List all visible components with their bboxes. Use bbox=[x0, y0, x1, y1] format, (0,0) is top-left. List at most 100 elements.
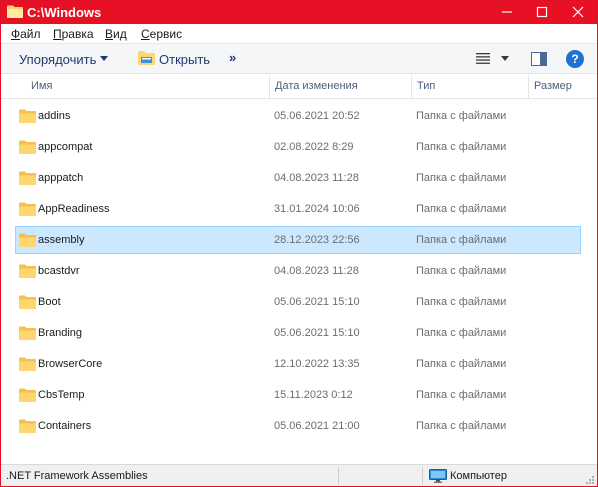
command-bar: Упорядочить Открыть » ? bbox=[1, 43, 597, 74]
file-row[interactable]: Branding 05.06.2021 15:10 Папка с файлами bbox=[15, 319, 581, 347]
file-type: Папка с файлами bbox=[416, 265, 507, 277]
column-size[interactable]: Размер bbox=[534, 80, 572, 93]
file-date-modified: 04.08.2023 11:28 bbox=[274, 172, 359, 184]
explorer-window: C:\Windows Файл Правка Вид Сервис Упоряд… bbox=[0, 0, 598, 487]
column-type[interactable]: Тип bbox=[417, 80, 435, 93]
menu-bar: Файл Правка Вид Сервис bbox=[1, 24, 597, 43]
file-type: Папка с файлами bbox=[416, 296, 507, 308]
column-date-modified[interactable]: Дата изменения bbox=[275, 80, 358, 93]
file-list[interactable]: addins 05.06.2021 20:52 Папка с файлами app… bbox=[1, 100, 597, 463]
file-date-modified: 05.06.2021 20:52 bbox=[274, 110, 360, 122]
column-divider[interactable] bbox=[269, 75, 270, 99]
file-date-modified: 04.08.2023 11:28 bbox=[274, 265, 359, 277]
file-name: Containers bbox=[38, 420, 92, 432]
folder-icon bbox=[19, 202, 36, 216]
folder-icon bbox=[19, 140, 36, 154]
file-row[interactable]: appcompat 02.08.2022 8:29 Папка с файлами bbox=[15, 133, 581, 161]
file-date-modified: 02.08.2022 8:29 bbox=[274, 141, 354, 153]
folder-icon bbox=[19, 264, 36, 278]
file-name: Branding bbox=[38, 327, 83, 339]
menu-file-accel: Ф bbox=[11, 27, 21, 41]
menu-view-rest: ид bbox=[113, 27, 127, 41]
file-row[interactable]: BrowserCore 12.10.2022 13:35 Папка с файла… bbox=[15, 350, 581, 378]
file-name: assembly bbox=[38, 234, 85, 246]
minimize-button[interactable] bbox=[490, 1, 524, 24]
resize-grip-icon[interactable] bbox=[585, 475, 595, 485]
preview-pane-icon[interactable] bbox=[531, 52, 547, 66]
computer-icon bbox=[429, 469, 447, 483]
minimize-icon bbox=[502, 11, 512, 13]
file-type: Папка с файлами bbox=[416, 389, 507, 401]
chevron-down-icon[interactable] bbox=[100, 56, 108, 61]
menu-edit-rest: равка bbox=[61, 27, 94, 41]
file-name: AppReadiness bbox=[38, 203, 110, 215]
file-name: apppatch bbox=[38, 172, 84, 184]
menu-view[interactable]: Вид bbox=[105, 27, 127, 41]
folder-icon bbox=[19, 233, 36, 247]
menu-tools-rest: ервис bbox=[149, 27, 183, 41]
file-date-modified: 28.12.2023 22:56 bbox=[274, 234, 360, 246]
file-row[interactable]: apppatch 04.08.2023 11:28 Папка с файлами bbox=[15, 164, 581, 192]
file-date-modified: 15.11.2023 0:12 bbox=[274, 389, 353, 401]
menu-tools-accel: С bbox=[141, 27, 150, 41]
menu-edit[interactable]: Правка bbox=[53, 27, 94, 41]
help-icon[interactable]: ? bbox=[566, 50, 584, 68]
folder-icon bbox=[19, 109, 36, 123]
file-row[interactable]: AppReadiness 31.01.2024 10:06 Папка с файл… bbox=[15, 195, 581, 223]
folder-icon bbox=[7, 5, 23, 18]
status-divider bbox=[338, 467, 339, 485]
file-name: CbsTemp bbox=[38, 389, 85, 401]
menu-file-rest: айл bbox=[20, 27, 41, 41]
file-type: Папка с файлами bbox=[416, 420, 507, 432]
window-title: C:\Windows bbox=[27, 5, 102, 20]
column-name[interactable]: Имя bbox=[31, 80, 52, 93]
column-divider[interactable] bbox=[528, 75, 529, 99]
close-button[interactable] bbox=[561, 1, 595, 24]
file-row[interactable]: Containers 05.06.2021 21:00 Папка с файлам… bbox=[15, 412, 581, 440]
file-type: Папка с файлами bbox=[416, 141, 507, 153]
file-date-modified: 05.06.2021 15:10 bbox=[274, 327, 360, 339]
more-commands-button[interactable]: » bbox=[229, 50, 236, 65]
maximize-icon bbox=[536, 6, 548, 18]
file-type: Папка с файлами bbox=[416, 234, 507, 246]
file-name: BrowserCore bbox=[38, 358, 103, 370]
column-divider[interactable] bbox=[411, 75, 412, 99]
file-type: Папка с файлами bbox=[416, 172, 507, 184]
folder-icon bbox=[19, 326, 36, 340]
organize-button[interactable]: Упорядочить bbox=[19, 52, 96, 67]
file-date-modified: 31.01.2024 10:06 bbox=[274, 203, 360, 215]
file-name: appcompat bbox=[38, 141, 93, 153]
details-view-icon[interactable] bbox=[476, 53, 490, 64]
file-row[interactable]: addins 05.06.2021 20:52 Папка с файлами bbox=[15, 102, 581, 130]
column-header: Имя Дата изменения Тип Размер bbox=[1, 75, 597, 99]
menu-file[interactable]: Файл bbox=[11, 27, 41, 41]
file-type: Папка с файлами bbox=[416, 203, 507, 215]
file-date-modified: 05.06.2021 15:10 bbox=[274, 296, 360, 308]
file-date-modified: 05.06.2021 21:00 bbox=[274, 420, 360, 432]
open-folder-icon[interactable] bbox=[138, 50, 156, 66]
file-row[interactable]: Boot 05.06.2021 15:10 Папка с файлами bbox=[15, 288, 581, 316]
folder-icon bbox=[19, 357, 36, 371]
folder-icon bbox=[19, 171, 36, 185]
views-chevron-down-icon[interactable] bbox=[501, 56, 509, 61]
maximize-button[interactable] bbox=[525, 1, 559, 24]
open-button[interactable]: Открыть bbox=[159, 52, 210, 67]
file-name: addins bbox=[38, 110, 71, 122]
folder-icon bbox=[19, 295, 36, 309]
folder-icon bbox=[19, 419, 36, 433]
file-name: Boot bbox=[38, 296, 61, 308]
menu-tools[interactable]: Сервис bbox=[141, 27, 182, 41]
file-name: bcastdvr bbox=[38, 265, 80, 277]
title-bar[interactable]: C:\Windows bbox=[1, 1, 597, 24]
file-type: Папка с файлами bbox=[416, 358, 507, 370]
status-divider bbox=[422, 467, 423, 485]
file-row[interactable]: bcastdvr 04.08.2023 11:28 Папка с файлами bbox=[15, 257, 581, 285]
file-row[interactable]: assembly 28.12.2023 22:56 Папка с файлами bbox=[15, 226, 581, 254]
menu-view-accel: В bbox=[105, 27, 114, 41]
folder-icon bbox=[19, 388, 36, 402]
file-type: Папка с файлами bbox=[416, 327, 507, 339]
status-description: .NET Framework Assemblies bbox=[6, 470, 148, 482]
status-bar: .NET Framework Assemblies Компьютер bbox=[1, 464, 597, 486]
file-row[interactable]: CbsTemp 15.11.2023 0:12 Папка с файлами bbox=[15, 381, 581, 409]
file-type: Папка с файлами bbox=[416, 110, 507, 122]
